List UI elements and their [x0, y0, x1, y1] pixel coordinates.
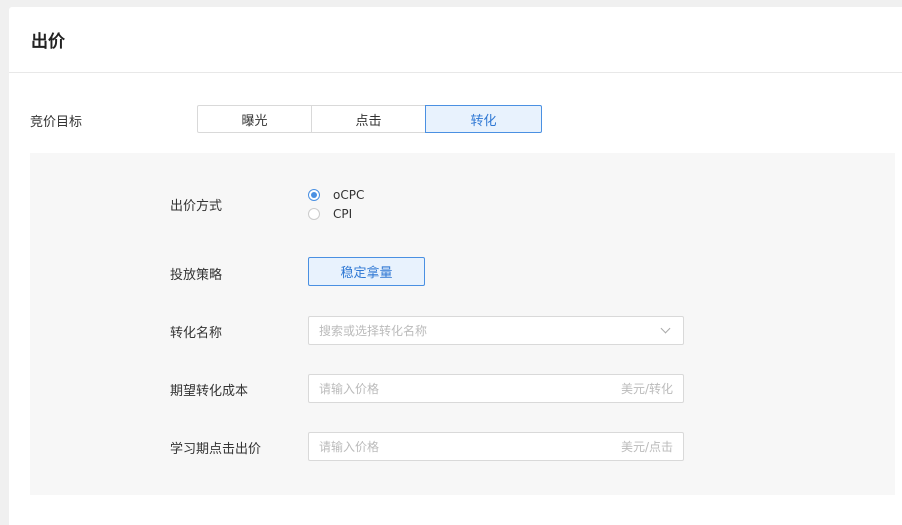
bid-method-label: 出价方式	[170, 199, 223, 214]
target-cost-input[interactable]: 请输入价格 美元/转化	[308, 374, 684, 403]
learning-bid-placeholder: 请输入价格	[319, 440, 380, 454]
bid-method-radio-group: oCPC CPI	[308, 185, 364, 223]
page-title: 出价	[9, 7, 902, 73]
bidding-goal-label: 竞价目标	[30, 115, 83, 130]
goal-option-impression[interactable]: 曝光	[197, 105, 312, 133]
radio-checked-icon	[308, 188, 320, 201]
bidding-goal-row: 竞价目标 曝光 点击 转化	[9, 105, 902, 135]
radio-label-ocpc: oCPC	[333, 187, 365, 202]
radio-label-cpi: CPI	[333, 206, 353, 221]
learning-bid-input[interactable]: 请输入价格 美元/点击	[308, 432, 684, 461]
strategy-label: 投放策略	[170, 268, 223, 283]
conversion-settings-panel: 出价方式 oCPC CPI 投放策略 稳定拿量 转化名称 搜索或选择转化名称 期…	[30, 153, 895, 495]
strategy-stable-volume-button[interactable]: 稳定拿量	[308, 257, 425, 286]
radio-option-cpi[interactable]: CPI	[308, 204, 364, 223]
target-cost-label: 期望转化成本	[170, 384, 249, 399]
conversion-name-label: 转化名称	[170, 326, 223, 341]
goal-option-conversion[interactable]: 转化	[425, 105, 542, 133]
target-cost-unit: 美元/转化	[620, 382, 673, 396]
learning-bid-unit: 美元/点击	[620, 440, 673, 454]
chevron-down-icon	[660, 323, 671, 334]
bidding-goal-segmented-control: 曝光 点击 转化	[197, 105, 542, 133]
radio-unchecked-icon	[308, 207, 320, 220]
radio-option-ocpc[interactable]: oCPC	[308, 185, 364, 204]
learning-bid-label: 学习期点击出价	[170, 442, 262, 457]
conversion-name-placeholder: 搜索或选择转化名称	[319, 324, 428, 338]
goal-option-click[interactable]: 点击	[311, 105, 426, 133]
bid-card: 出价 竞价目标 曝光 点击 转化 出价方式 oCPC CPI 投放策略 稳定拿量…	[9, 7, 902, 525]
target-cost-placeholder: 请输入价格	[319, 382, 380, 396]
conversion-name-select[interactable]: 搜索或选择转化名称	[308, 316, 684, 345]
